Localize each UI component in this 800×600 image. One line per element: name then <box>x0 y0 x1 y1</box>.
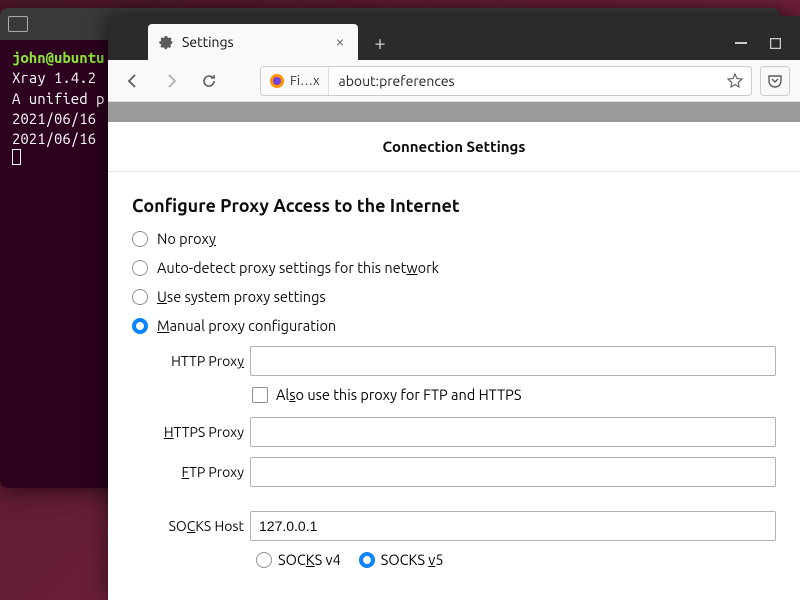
tab-title: Settings <box>182 34 324 50</box>
back-button[interactable] <box>118 66 148 96</box>
radio-label: Auto-detect proxy settings for this netw… <box>157 259 439 276</box>
gear-icon <box>158 34 174 50</box>
radio-manual-proxy[interactable]: Manual proxy configuration <box>132 317 776 334</box>
radio-icon <box>132 318 148 334</box>
radio-label: Use system proxy settings <box>157 288 326 305</box>
url-bar[interactable]: Fi…x about:preferences <box>260 66 752 96</box>
bookmark-star-icon[interactable] <box>719 73 751 89</box>
terminal-icon <box>8 16 28 32</box>
firefox-icon <box>269 73 285 89</box>
radio-socks5[interactable]: SOCKS v5 <box>359 551 444 568</box>
content-area: Connection Settings Configure Proxy Acce… <box>108 102 800 600</box>
http-proxy-input[interactable] <box>250 346 776 376</box>
checkbox-label: Also use this proxy for FTP and HTTPS <box>276 386 521 403</box>
ftp-proxy-label: FTP Proxy <box>132 464 250 480</box>
tab-bar: Settings × + <box>108 16 800 60</box>
radio-label: SOCKS v5 <box>381 551 444 568</box>
http-proxy-label: HTTP Proxy <box>132 353 250 369</box>
dialog-overlay-bar <box>108 102 800 122</box>
radio-icon <box>132 260 148 276</box>
radio-icon <box>359 552 375 568</box>
tab-settings[interactable]: Settings × <box>148 24 358 60</box>
socks-host-input[interactable] <box>250 511 776 541</box>
site-identity[interactable]: Fi…x <box>261 67 329 95</box>
https-proxy-label: HTTPS Proxy <box>132 424 250 440</box>
minimize-button[interactable] <box>734 36 748 50</box>
radio-icon <box>132 289 148 305</box>
socks-host-label: SOCKS Host <box>132 518 250 534</box>
radio-label: SOCKS v4 <box>278 551 341 568</box>
terminal-cursor <box>12 149 21 165</box>
terminal-prompt: john@ubuntu <box>12 49 104 66</box>
radio-label: No proxy <box>157 230 216 247</box>
radio-no-proxy[interactable]: No proxy <box>132 230 776 247</box>
forward-button[interactable] <box>156 66 186 96</box>
radio-icon <box>132 231 148 247</box>
close-icon[interactable]: × <box>332 34 348 50</box>
radio-system-proxy[interactable]: Use system proxy settings <box>132 288 776 305</box>
radio-label: Manual proxy configuration <box>157 317 336 334</box>
ftp-proxy-input[interactable] <box>250 457 776 487</box>
section-title: Configure Proxy Access to the Internet <box>132 196 776 216</box>
dialog-title: Connection Settings <box>108 122 800 172</box>
reload-button[interactable] <box>194 66 224 96</box>
also-use-checkbox-row[interactable]: Also use this proxy for FTP and HTTPS <box>252 386 776 403</box>
terminal-titlebar-left <box>8 16 28 32</box>
identity-text: Fi…x <box>290 74 320 88</box>
checkbox-icon <box>252 387 268 403</box>
radio-auto-detect[interactable]: Auto-detect proxy settings for this netw… <box>132 259 776 276</box>
https-proxy-input[interactable] <box>250 417 776 447</box>
nav-toolbar: Fi…x about:preferences <box>108 60 800 102</box>
radio-icon <box>256 552 272 568</box>
maximize-button[interactable] <box>768 36 782 50</box>
new-tab-button[interactable]: + <box>366 28 394 56</box>
pocket-button[interactable] <box>760 66 790 96</box>
radio-socks4[interactable]: SOCKS v4 <box>256 551 341 568</box>
url-text: about:preferences <box>329 73 719 89</box>
firefox-window: Settings × + Fi…x about:preferences Conn… <box>108 16 800 600</box>
